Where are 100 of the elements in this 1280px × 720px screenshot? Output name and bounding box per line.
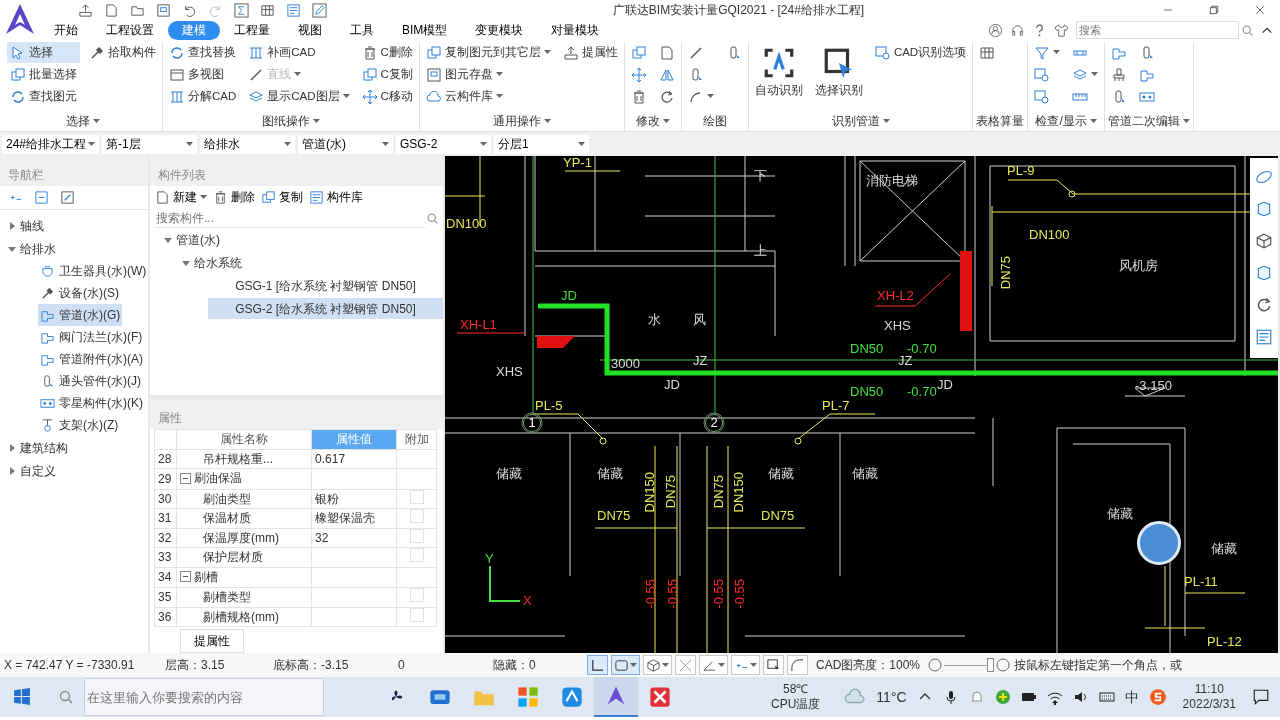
property-name: 保护层材质 [203,550,263,565]
row-number: 32 [154,528,177,548]
tree-item[interactable]: GSG-1 [给水系统 衬塑钢管 DN50] [208,275,443,296]
ribbon-tab[interactable]: BIM模型 [388,20,462,40]
drawing-label: 下 [754,169,767,183]
clock-time[interactable]: 11:10 [1194,682,1224,697]
group-label: 选择 [66,113,90,130]
ribbon-button[interactable]: 选择 [7,42,80,63]
drawing-label: JD [664,378,680,392]
row-number: 29 [154,468,177,489]
ribbon-button[interactable]: 查找图元 [7,86,80,107]
dropdown-select[interactable]: 管道(水) [298,134,393,154]
panel-title: 构件列表 [150,156,443,186]
property-name: 刷油类型 [203,491,251,506]
ribbon-button[interactable]: 多视图 [166,64,240,85]
drawing-label: 上 [754,244,767,258]
tree-item[interactable]: 设备(水)(S) [38,282,121,304]
toolbar-button[interactable]: 删除 [213,188,255,206]
ribbon-button[interactable]: 批量选择 [7,64,80,85]
ribbon-tab[interactable]: 工具 [336,20,388,40]
tree-item[interactable]: 管道(水) [176,230,220,249]
toolbar-button[interactable]: 复制 [261,188,303,206]
tree-item[interactable]: 建筑结构 [20,438,68,457]
drawing-label: -0.55 [666,579,680,609]
ribbon-button[interactable]: 复制图元到其它层 [422,42,554,63]
ribbon-button[interactable]: 补画CAD [245,42,353,63]
coordinates: X = 742.47 Y = -7330.91 [3,657,136,674]
row-number: 28 [154,449,177,469]
row-number: 31 [154,508,177,528]
drawing-label: PL-12 [1207,635,1242,649]
property-name: 保温材质 [203,511,251,526]
group-label: 表格算量 [976,113,1025,130]
drawing-label: DN75 [999,256,1013,290]
hidden-count: 隐藏：0 [493,657,537,674]
tree-item[interactable]: 零星构件(水)(K) [38,392,145,414]
ribbon-tab[interactable]: 工程量 [220,20,284,40]
status-count: 0 [398,657,406,674]
drawing-label: DN150 [643,472,657,513]
drawing-label: X [523,594,532,608]
property-name: 保温厚度(mm) [203,530,279,545]
clock-date[interactable]: 2022/3/31 [1182,697,1236,712]
tree-item[interactable]: 通头管件(水)(J) [38,370,143,392]
drawing-label: -0.55 [644,579,658,609]
tree-item[interactable]: 支架(水)(Z) [38,414,121,436]
ribbon-button[interactable]: 显示CAD图层 [245,86,353,107]
ribbon-button[interactable]: 云构件库 [422,86,554,107]
search-field[interactable]: 搜索 [1076,21,1239,39]
ribbon-tab[interactable]: 工程设置 [92,20,168,40]
drawing-label: XHS [884,319,911,333]
property-value: 0.617 [315,451,346,466]
floor-height: 层高：3.15 [165,657,226,674]
ribbon-button[interactable]: 选择识别 [811,42,866,104]
drawing-label: 风 [693,313,706,327]
ribbon-button[interactable]: CAD识别选项 [871,42,970,63]
ribbon-button[interactable]: C移动 [358,86,416,107]
tree-item[interactable]: 轴线 [20,216,44,235]
extract-properties-button[interactable]: 提属性 [180,629,244,653]
drawing-label: 储藏 [852,467,878,481]
ribbon-button[interactable]: 分解CAD [166,86,240,107]
tree-item[interactable]: 自定义 [20,461,56,480]
ribbon-button[interactable]: C删除 [358,42,416,63]
panel-title: 属性 [150,399,443,429]
dropdown-select[interactable]: 分层1 [494,134,589,154]
dropdown-select[interactable]: GSG-2 [396,134,491,154]
command-prompt: 按鼠标左键指定第一个角点，或 [1014,657,1183,674]
group-label: 检查/显示 [1035,113,1087,130]
ribbon-button[interactable]: 拾取构件 [86,42,159,63]
row-number: 35 [154,587,177,607]
ribbon-button[interactable]: 自动识别 [751,42,806,104]
dropdown-select[interactable]: 给排水 [200,134,295,154]
drawing-label: JD [937,378,953,392]
tree-item[interactable]: 给水系统 [194,253,242,272]
group-label: 管道二次编辑 [1108,113,1181,130]
property-name: 剔槽规格(mm) [203,609,279,624]
ribbon-button[interactable]: C复制 [358,64,416,85]
ribbon-tab[interactable]: 开始 [40,20,92,40]
ribbon-tab[interactable]: 对量模块 [537,20,614,40]
drawing-label: DN75 [712,475,726,509]
panel-title: 导航栏 [0,156,148,186]
tree-item[interactable]: 管道(水)(G) [38,304,123,326]
drawing-label: XH-L2 [877,289,914,303]
tree-item[interactable]: 卫生器具(水)(W) [38,260,149,282]
ribbon-button[interactable]: 图元存盘 [422,64,554,85]
drawing-label: 储藏 [1211,542,1237,556]
ribbon-tab[interactable]: 变更模块 [461,20,538,40]
ribbon-tab[interactable]: 视图 [284,20,336,40]
drawing-label: 3000 [611,357,640,371]
tree-item[interactable]: 管道附件(水)(A) [38,348,145,370]
taskbar-search-field[interactable]: 在这里输入你要搜索的内容 [84,678,324,716]
tree-item[interactable]: 给排水 [20,239,56,258]
input-language[interactable]: 中 [1124,686,1139,708]
tree-item[interactable]: GSG-2 [给水系统 衬塑钢管 DN50] [208,298,443,319]
toolbar-button[interactable]: 新建 [155,188,207,206]
toolbar-button[interactable]: 构件库 [309,188,363,206]
tree-item[interactable]: 阀门法兰(水)(F) [38,326,145,348]
ribbon-button[interactable]: 查找替换 [166,42,240,63]
ribbon-button[interactable]: 提属性 [559,42,621,63]
dropdown-select[interactable]: 第-1层 [102,134,197,154]
dropdown-select[interactable]: 24#给排水工程 [2,134,99,154]
drawing-label: PL-7 [822,399,850,413]
